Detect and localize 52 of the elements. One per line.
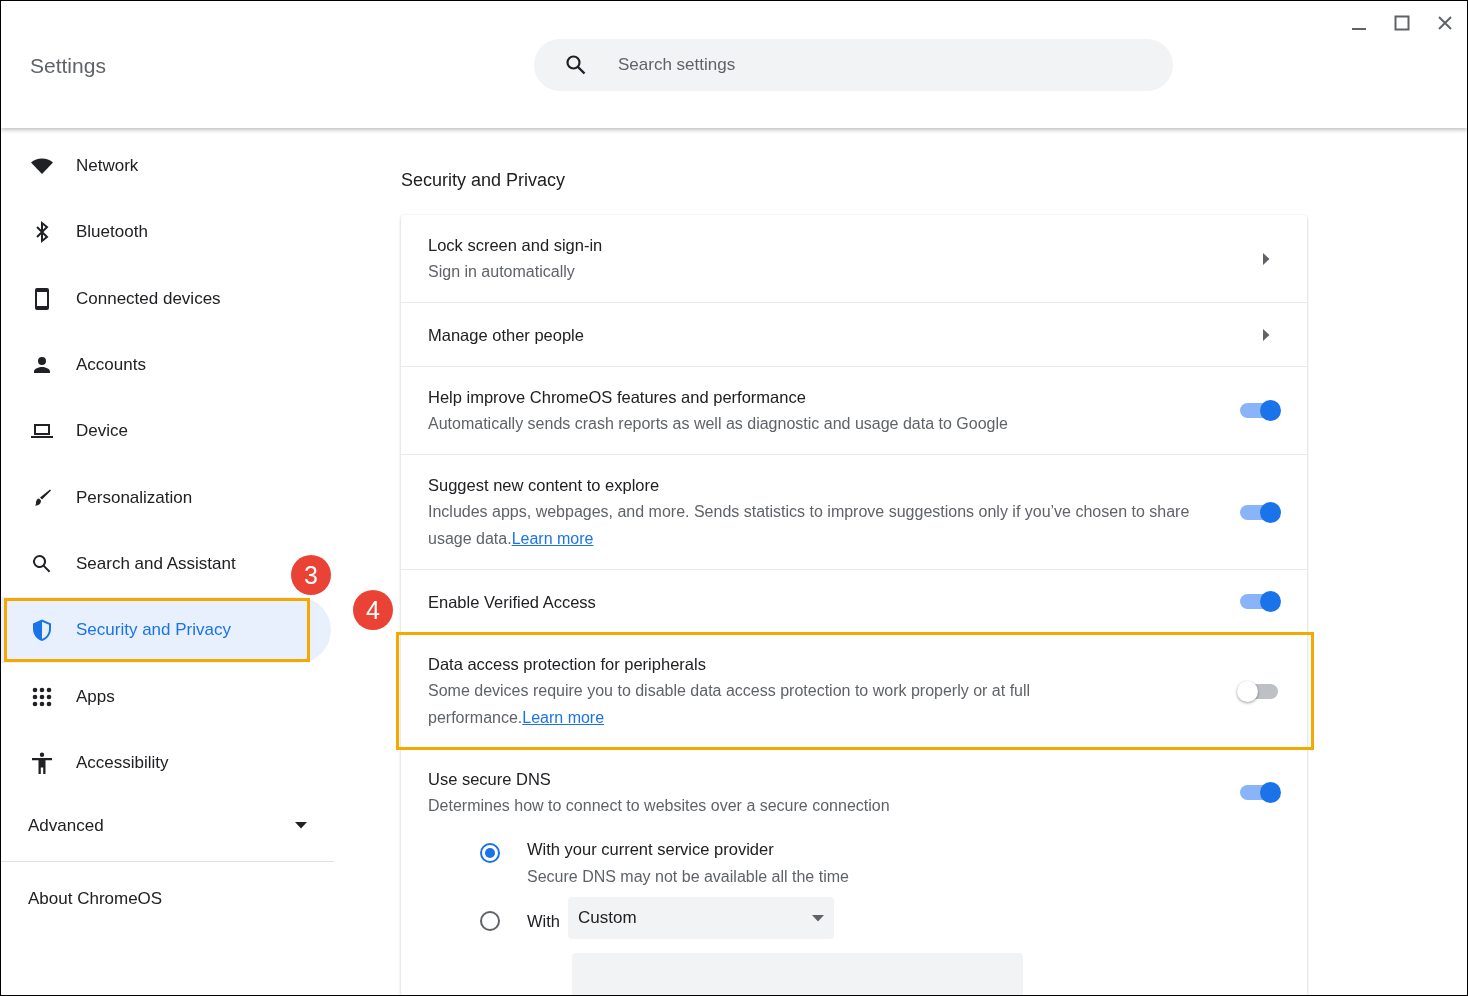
- sidebar-item[interactable]: Security and Privacy: [1, 597, 331, 664]
- chevron-icon[interactable]: [1263, 328, 1270, 341]
- sidebar-item[interactable]: Accounts: [1, 331, 158, 399]
- radio-button[interactable]: [480, 843, 500, 863]
- sidebar-item[interactable]: Bluetooth: [1, 199, 160, 266]
- toggle-switch[interactable]: [1240, 594, 1278, 609]
- toggle-switch[interactable]: [1240, 683, 1278, 699]
- advanced-menu[interactable]: Advanced: [1, 795, 336, 856]
- option-label: With: [527, 911, 560, 932]
- setting-description: Includes apps, webpages, and more. Sends statistics to improve suggestions only if you’ve chosen to share usage data.Learn more: [428, 502, 1191, 549]
- search-icon: [564, 52, 588, 77]
- chevron-icon[interactable]: [1263, 252, 1270, 265]
- search-field[interactable]: Search settings: [534, 38, 1173, 91]
- caret-icon: [295, 822, 307, 830]
- radio-button[interactable]: [480, 911, 500, 931]
- setting-description: Some devices require you to disable data access protection to work properly or at full performance.Learn more: [428, 681, 1032, 728]
- sidebar-item[interactable]: Network: [1, 133, 151, 200]
- sidebar-item[interactable]: About ChromeOS: [28, 888, 163, 909]
- setting-title: Data access protection for peripherals: [428, 654, 707, 675]
- toggle-switch[interactable]: [1240, 785, 1278, 800]
- option-label: With your current service provider: [527, 839, 774, 860]
- input-field[interactable]: [572, 953, 1023, 995]
- sidebar-item[interactable]: Device: [1, 398, 140, 465]
- shield-icon: [30, 618, 54, 643]
- caret-icon: [812, 914, 824, 922]
- setting-title: Help improve ChromeOS features and performance: [428, 387, 807, 408]
- sidebar-item[interactable]: Apps: [1, 663, 127, 730]
- option-description: Secure DNS may not be available all the time: [527, 867, 850, 887]
- accessibility-icon: [30, 750, 54, 775]
- toggle-switch[interactable]: [1240, 403, 1278, 418]
- sidebar-item[interactable]: Personalization: [1, 464, 205, 531]
- learn-more-link[interactable]: Learn more: [522, 709, 605, 726]
- dns-dropdown[interactable]: Custom: [568, 897, 834, 939]
- setting-title: Lock screen and sign-in: [428, 235, 604, 256]
- step-number-badge: 3: [291, 555, 331, 596]
- learn-more-link[interactable]: Learn more: [511, 530, 594, 547]
- maximize-icon[interactable]: [1394, 15, 1410, 31]
- sidebar-item[interactable]: Search and Assistant: [1, 530, 248, 598]
- setting-description: Automatically sends crash reports as well as diagnostic and usage data to Google: [428, 414, 1009, 434]
- setting-title: Use secure DNS: [428, 769, 552, 790]
- setting-description: Sign in automatically: [428, 262, 576, 282]
- setting-title: Enable Verified Access: [428, 591, 597, 613]
- setting-description: Determines how to connect to websites over a secure connection: [428, 796, 891, 816]
- sidebar-item[interactable]: Accessibility: [1, 729, 181, 796]
- setting-title: Manage other people: [428, 324, 585, 346]
- setting-title: Suggest new content to explore: [428, 475, 661, 496]
- window-title: Settings: [30, 53, 107, 78]
- section-heading: Security and Privacy: [401, 170, 567, 191]
- close-icon[interactable]: [1437, 15, 1453, 31]
- sidebar-item[interactable]: Connected devices: [1, 265, 233, 332]
- step-number-badge: 4: [353, 590, 393, 630]
- toggle-switch[interactable]: [1240, 504, 1278, 520]
